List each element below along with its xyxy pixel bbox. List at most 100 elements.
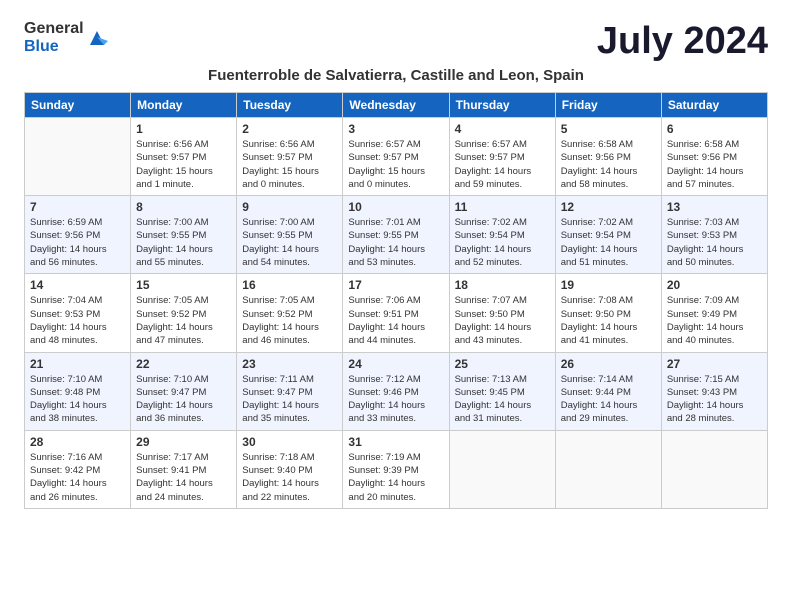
calendar-week-row: 7Sunrise: 6:59 AMSunset: 9:56 PMDaylight… [25, 196, 768, 274]
table-row: 9Sunrise: 7:00 AMSunset: 9:55 PMDaylight… [237, 196, 343, 274]
day-number: 19 [561, 278, 656, 292]
day-number: 18 [455, 278, 550, 292]
day-number: 23 [242, 357, 337, 371]
table-row: 29 Sunrise: 7:17 AMSunset: 9:41 PMDayligh… [131, 430, 237, 508]
table-row: 20Sunrise: 7:09 AMSunset: 9:49 PMDayligh… [661, 274, 767, 352]
day-number: 26 [561, 357, 656, 371]
day-info: Sunrise: 7:06 AMSunset: 9:51 PMDaylight:… [348, 294, 443, 347]
table-row: 4 Sunrise: 6:57 AMSunset: 9:57 PMDaylight… [449, 118, 555, 196]
day-info: Sunrise: 7:05 AMSunset: 9:52 PMDaylight:… [136, 294, 231, 347]
day-info: Sunrise: 7:13 AMSunset: 9:45 PMDaylight:… [455, 373, 550, 426]
table-row: 18 Sunrise: 7:07 AMSunset: 9:50 PMDayligh… [449, 274, 555, 352]
day-number: 8 [136, 200, 231, 214]
weekday-tuesday: Tuesday [237, 93, 343, 118]
day-info: Sunrise: 6:59 AMSunset: 9:56 PMDaylight:… [30, 216, 125, 269]
day-number: 30 [242, 435, 337, 449]
day-info: Sunrise: 7:11 AMSunset: 9:47 PMDaylight:… [242, 373, 337, 426]
day-number: 3 [348, 122, 443, 136]
day-info: Sunrise: 7:04 AMSunset: 9:53 PMDaylight:… [30, 294, 125, 347]
day-info: Sunrise: 6:57 AMSunset: 9:57 PMDaylight:… [455, 138, 550, 191]
table-row: 6 Sunrise: 6:58 AMSunset: 9:56 PMDaylight… [661, 118, 767, 196]
table-row: 19Sunrise: 7:08 AMSunset: 9:50 PMDayligh… [555, 274, 661, 352]
day-number: 13 [667, 200, 762, 214]
table-row: 23 Sunrise: 7:11 AMSunset: 9:47 PMDayligh… [237, 352, 343, 430]
day-number: 14 [30, 278, 125, 292]
day-number: 21 [30, 357, 125, 371]
table-row: 28 Sunrise: 7:16 AMSunset: 9:42 PMDayligh… [25, 430, 131, 508]
day-info: Sunrise: 7:16 AMSunset: 9:42 PMDaylight:… [30, 451, 125, 504]
table-row: 7Sunrise: 6:59 AMSunset: 9:56 PMDaylight… [25, 196, 131, 274]
logo: General Blue [24, 20, 108, 55]
table-row: 24Sunrise: 7:12 AMSunset: 9:46 PMDayligh… [343, 352, 449, 430]
day-info: Sunrise: 7:00 AMSunset: 9:55 PMDaylight:… [242, 216, 337, 269]
table-row: 22 Sunrise: 7:10 AMSunset: 9:47 PMDayligh… [131, 352, 237, 430]
table-row: 26 Sunrise: 7:14 AMSunset: 9:44 PMDayligh… [555, 352, 661, 430]
day-info: Sunrise: 7:05 AMSunset: 9:52 PMDaylight:… [242, 294, 337, 347]
day-info: Sunrise: 7:15 AMSunset: 9:43 PMDaylight:… [667, 373, 762, 426]
day-number: 22 [136, 357, 231, 371]
day-number: 31 [348, 435, 443, 449]
day-info: Sunrise: 6:58 AMSunset: 9:56 PMDaylight:… [667, 138, 762, 191]
day-info: Sunrise: 6:56 AMSunset: 9:57 PMDaylight:… [242, 138, 337, 191]
table-row: 14 Sunrise: 7:04 AMSunset: 9:53 PMDayligh… [25, 274, 131, 352]
month-title: July 2024 [597, 20, 768, 63]
day-info: Sunrise: 7:14 AMSunset: 9:44 PMDaylight:… [561, 373, 656, 426]
table-row: 31 Sunrise: 7:19 AMSunset: 9:39 PMDayligh… [343, 430, 449, 508]
calendar-week-row: 28 Sunrise: 7:16 AMSunset: 9:42 PMDayligh… [25, 430, 768, 508]
day-info: Sunrise: 6:58 AMSunset: 9:56 PMDaylight:… [561, 138, 656, 191]
calendar-week-row: 14 Sunrise: 7:04 AMSunset: 9:53 PMDayligh… [25, 274, 768, 352]
table-row: 3 Sunrise: 6:57 AMSunset: 9:57 PMDaylight… [343, 118, 449, 196]
header: General Blue July 2024 [24, 20, 768, 63]
weekday-wednesday: Wednesday [343, 93, 449, 118]
table-row: 10Sunrise: 7:01 AMSunset: 9:55 PMDayligh… [343, 196, 449, 274]
table-row: 15 Sunrise: 7:05 AMSunset: 9:52 PMDayligh… [131, 274, 237, 352]
day-info: Sunrise: 7:10 AMSunset: 9:48 PMDaylight:… [30, 373, 125, 426]
day-info: Sunrise: 6:57 AMSunset: 9:57 PMDaylight:… [348, 138, 443, 191]
calendar-week-row: 21 Sunrise: 7:10 AMSunset: 9:48 PMDayligh… [25, 352, 768, 430]
day-info: Sunrise: 7:07 AMSunset: 9:50 PMDaylight:… [455, 294, 550, 347]
day-info: Sunrise: 7:02 AMSunset: 9:54 PMDaylight:… [455, 216, 550, 269]
table-row [661, 430, 767, 508]
day-info: Sunrise: 7:10 AMSunset: 9:47 PMDaylight:… [136, 373, 231, 426]
table-row: 1 Sunrise: 6:56 AMSunset: 9:57 PMDaylight… [131, 118, 237, 196]
day-number: 5 [561, 122, 656, 136]
calendar-week-row: 1 Sunrise: 6:56 AMSunset: 9:57 PMDaylight… [25, 118, 768, 196]
day-number: 15 [136, 278, 231, 292]
day-info: Sunrise: 7:00 AMSunset: 9:55 PMDaylight:… [136, 216, 231, 269]
day-info: Sunrise: 7:02 AMSunset: 9:54 PMDaylight:… [561, 216, 656, 269]
day-number: 4 [455, 122, 550, 136]
table-row: 17 Sunrise: 7:06 AMSunset: 9:51 PMDayligh… [343, 274, 449, 352]
calendar-table: Sunday Monday Tuesday Wednesday Thursday… [24, 92, 768, 509]
table-row: 8 Sunrise: 7:00 AMSunset: 9:55 PMDaylight… [131, 196, 237, 274]
day-number: 6 [667, 122, 762, 136]
logo-text: General Blue [24, 20, 108, 55]
weekday-header-row: Sunday Monday Tuesday Wednesday Thursday… [25, 93, 768, 118]
day-number: 20 [667, 278, 762, 292]
day-number: 10 [348, 200, 443, 214]
weekday-thursday: Thursday [449, 93, 555, 118]
day-info: Sunrise: 6:56 AMSunset: 9:57 PMDaylight:… [136, 138, 231, 191]
weekday-saturday: Saturday [661, 93, 767, 118]
day-info: Sunrise: 7:12 AMSunset: 9:46 PMDaylight:… [348, 373, 443, 426]
table-row: 13Sunrise: 7:03 AMSunset: 9:53 PMDayligh… [661, 196, 767, 274]
table-row: 27Sunrise: 7:15 AMSunset: 9:43 PMDayligh… [661, 352, 767, 430]
table-row: 16Sunrise: 7:05 AMSunset: 9:52 PMDayligh… [237, 274, 343, 352]
weekday-monday: Monday [131, 93, 237, 118]
table-row [25, 118, 131, 196]
weekday-sunday: Sunday [25, 93, 131, 118]
logo-blue: Blue [24, 38, 84, 56]
day-info: Sunrise: 7:18 AMSunset: 9:40 PMDaylight:… [242, 451, 337, 504]
table-row: 5 Sunrise: 6:58 AMSunset: 9:56 PMDaylight… [555, 118, 661, 196]
day-number: 29 [136, 435, 231, 449]
day-number: 2 [242, 122, 337, 136]
day-number: 1 [136, 122, 231, 136]
day-number: 17 [348, 278, 443, 292]
day-number: 28 [30, 435, 125, 449]
table-row: 25Sunrise: 7:13 AMSunset: 9:45 PMDayligh… [449, 352, 555, 430]
table-row: 21 Sunrise: 7:10 AMSunset: 9:48 PMDayligh… [25, 352, 131, 430]
day-info: Sunrise: 7:19 AMSunset: 9:39 PMDaylight:… [348, 451, 443, 504]
table-row [449, 430, 555, 508]
day-number: 12 [561, 200, 656, 214]
day-info: Sunrise: 7:17 AMSunset: 9:41 PMDaylight:… [136, 451, 231, 504]
location: Fuenterroble de Salvatierra, Castille an… [24, 67, 768, 84]
